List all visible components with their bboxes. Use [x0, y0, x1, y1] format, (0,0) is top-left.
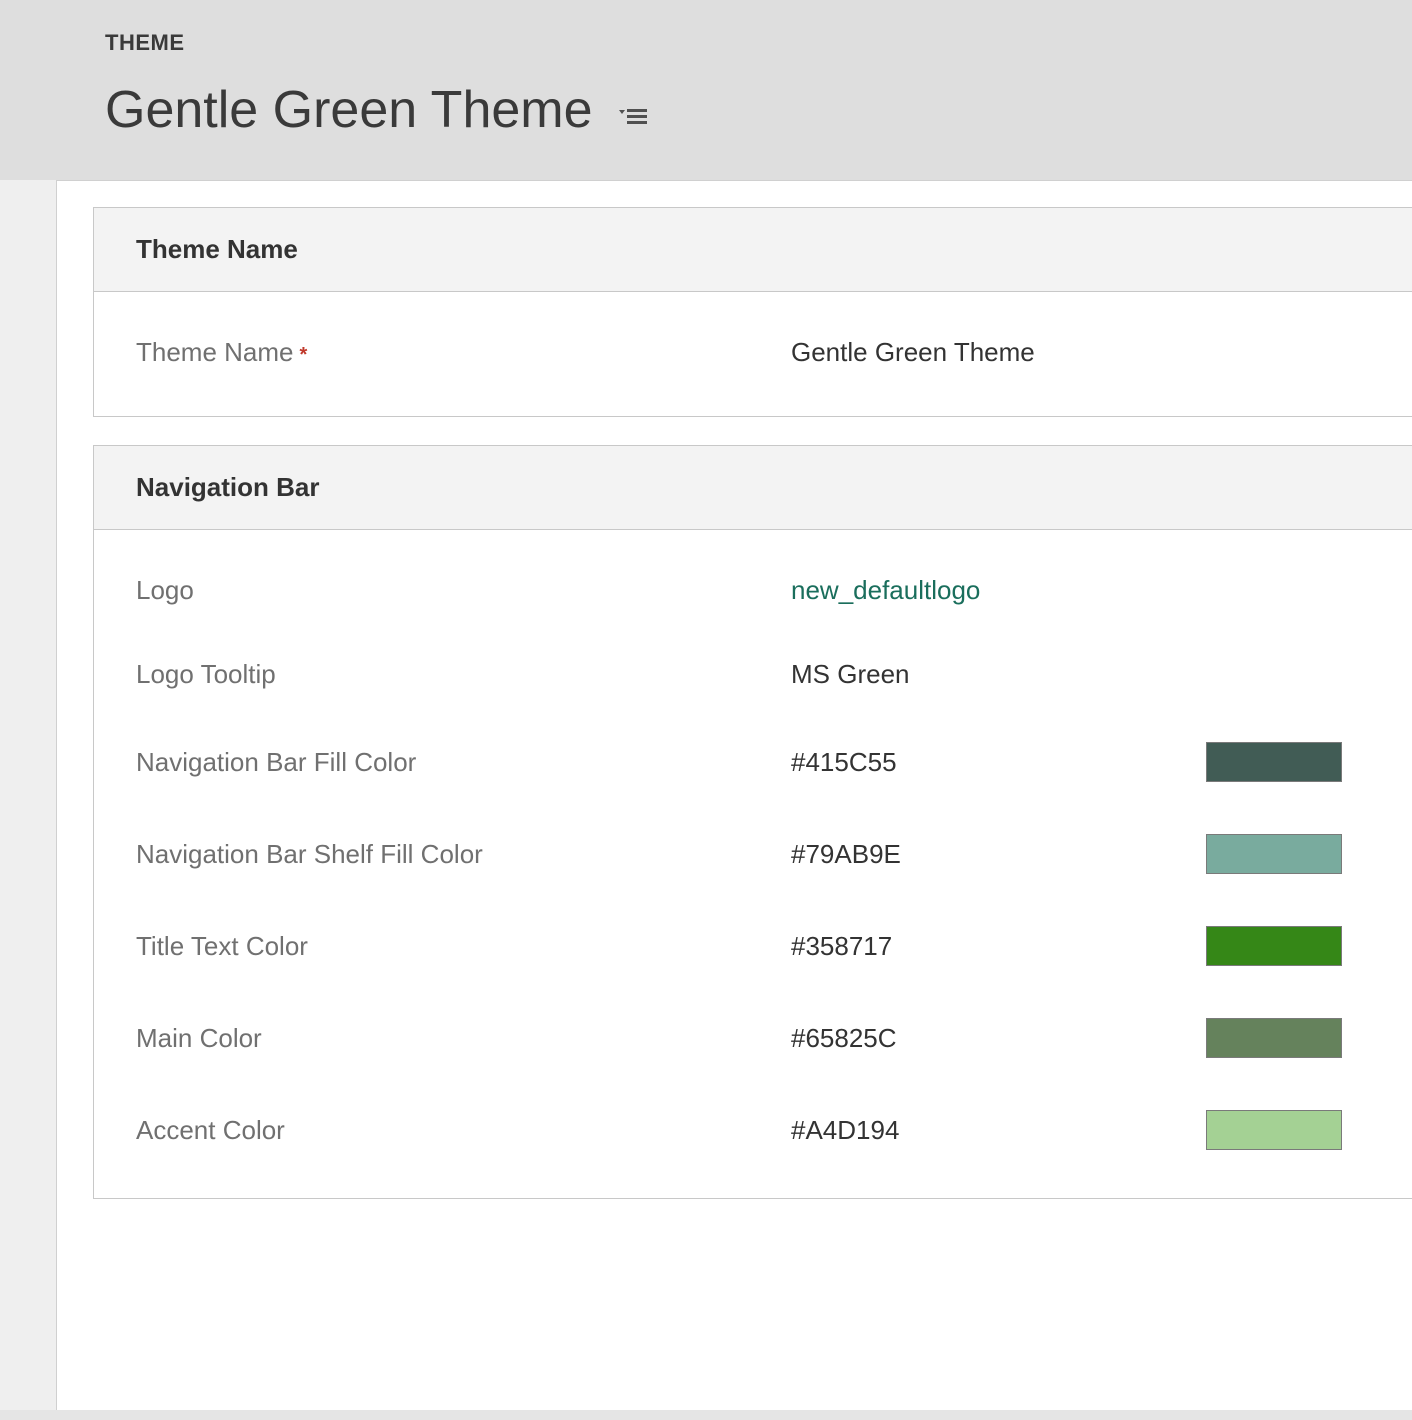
- label-logo-tooltip: Logo Tooltip: [136, 659, 791, 690]
- swatch-main-color[interactable]: [1206, 1018, 1342, 1058]
- label-nav-fill-color: Navigation Bar Fill Color: [136, 747, 791, 778]
- label-logo: Logo: [136, 575, 791, 606]
- row-accent-color: Accent Color #A4D194: [94, 1084, 1412, 1176]
- swatch-area-title-text: [1206, 926, 1370, 966]
- page-wrapper: THEME Gentle Green Theme Theme Name: [0, 0, 1412, 1420]
- section-header-nav-bar: Navigation Bar: [94, 446, 1412, 530]
- content-panel: Theme Name Theme Name * Gentle Green The…: [56, 180, 1412, 1410]
- row-logo: Logo new_defaultlogo: [94, 548, 1412, 632]
- page-title: Gentle Green Theme: [105, 80, 593, 140]
- section-body-theme-name: Theme Name * Gentle Green Theme: [94, 292, 1412, 416]
- label-theme-name-text: Theme Name: [136, 337, 294, 368]
- section-navigation-bar: Navigation Bar Logo new_defaultlogo Logo…: [93, 445, 1412, 1199]
- swatch-area-shelf-fill: [1206, 834, 1370, 874]
- title-row: Gentle Green Theme: [105, 80, 1412, 140]
- value-accent-color[interactable]: #A4D194: [791, 1115, 1206, 1146]
- section-header-theme-name: Theme Name: [94, 208, 1412, 292]
- required-star-icon: *: [300, 344, 308, 367]
- swatch-nav-fill-color[interactable]: [1206, 742, 1342, 782]
- value-theme-name[interactable]: Gentle Green Theme: [791, 337, 1370, 368]
- value-title-text-color[interactable]: #358717: [791, 931, 1206, 962]
- section-body-nav-bar: Logo new_defaultlogo Logo Tooltip MS Gre…: [94, 530, 1412, 1198]
- swatch-area-main-color: [1206, 1018, 1370, 1058]
- swatch-accent-color[interactable]: [1206, 1110, 1342, 1150]
- row-main-color: Main Color #65825C: [94, 992, 1412, 1084]
- row-logo-tooltip: Logo Tooltip MS Green: [94, 632, 1412, 716]
- label-accent-color: Accent Color: [136, 1115, 791, 1146]
- row-nav-fill-color: Navigation Bar Fill Color #415C55: [94, 716, 1412, 808]
- value-logo-tooltip[interactable]: MS Green: [791, 659, 1370, 690]
- label-nav-shelf-fill-color: Navigation Bar Shelf Fill Color: [136, 839, 791, 870]
- swatch-area-accent-color: [1206, 1110, 1370, 1150]
- label-theme-name: Theme Name *: [136, 337, 791, 368]
- row-title-text-color: Title Text Color #358717: [94, 900, 1412, 992]
- label-title-text-color: Title Text Color: [136, 931, 791, 962]
- section-theme-name: Theme Name Theme Name * Gentle Green The…: [93, 207, 1412, 417]
- value-nav-fill-color[interactable]: #415C55: [791, 747, 1206, 778]
- swatch-area-nav-fill: [1206, 742, 1370, 782]
- row-theme-name: Theme Name * Gentle Green Theme: [94, 310, 1412, 394]
- page-header: THEME Gentle Green Theme: [0, 0, 1412, 180]
- breadcrumb: THEME: [105, 30, 1412, 56]
- context-menu-icon[interactable]: [615, 98, 651, 134]
- swatch-nav-shelf-fill-color[interactable]: [1206, 834, 1342, 874]
- content-area: Theme Name Theme Name * Gentle Green The…: [0, 180, 1412, 1410]
- value-nav-shelf-fill-color[interactable]: #79AB9E: [791, 839, 1206, 870]
- label-main-color: Main Color: [136, 1023, 791, 1054]
- row-nav-shelf-fill-color: Navigation Bar Shelf Fill Color #79AB9E: [94, 808, 1412, 900]
- swatch-title-text-color[interactable]: [1206, 926, 1342, 966]
- value-logo[interactable]: new_defaultlogo: [791, 575, 1370, 606]
- value-main-color[interactable]: #65825C: [791, 1023, 1206, 1054]
